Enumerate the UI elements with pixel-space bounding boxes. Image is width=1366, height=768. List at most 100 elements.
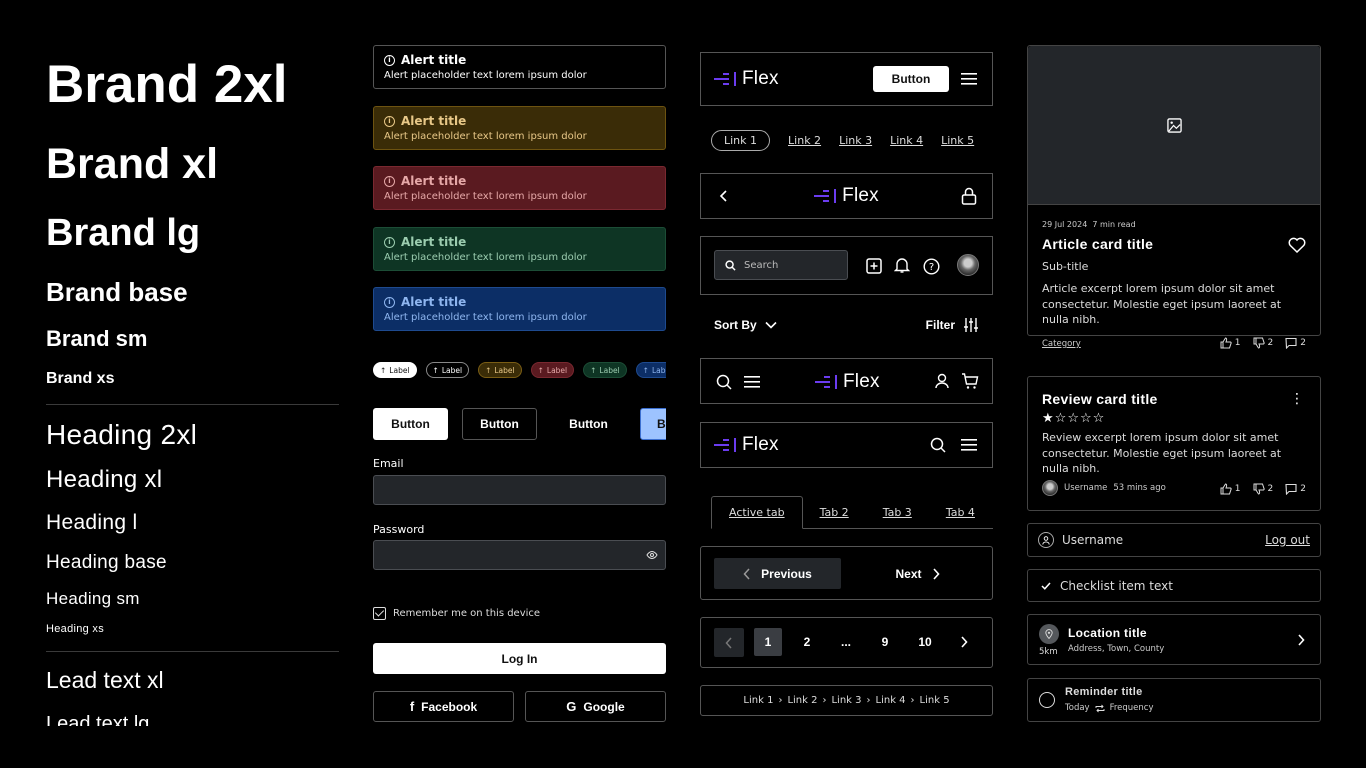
pill-link[interactable]: Link 3 xyxy=(839,134,872,147)
google-button[interactable]: G Google xyxy=(525,691,666,722)
dislike-button[interactable]: 2 xyxy=(1253,483,1273,495)
ghost-button[interactable]: Button xyxy=(551,408,626,440)
tab-4[interactable]: Tab 4 xyxy=(929,496,992,528)
star-empty-icon: ☆ xyxy=(1067,411,1080,426)
checkbox-checked-icon[interactable] xyxy=(373,607,386,620)
reminder-item[interactable]: Reminder title Today Frequency xyxy=(1027,678,1321,722)
article-title[interactable]: Article card title xyxy=(1042,236,1153,252)
menu-icon[interactable] xyxy=(959,69,979,89)
pill-link[interactable]: Link 2 xyxy=(788,134,821,147)
outline-button[interactable]: Button xyxy=(462,408,537,440)
page-10[interactable]: 10 xyxy=(911,628,939,656)
pill-link[interactable]: Link 5 xyxy=(941,134,974,147)
tag-error[interactable]: ↑ Label xyxy=(530,362,575,378)
remember-checkbox[interactable]: Remember me on this device xyxy=(373,607,540,620)
logo[interactable]: Flex xyxy=(814,185,879,207)
breadcrumb-link[interactable]: Link 3 xyxy=(831,695,861,706)
lock-icon[interactable] xyxy=(959,186,979,206)
category-link[interactable]: Category xyxy=(1042,339,1081,349)
dislike-button[interactable]: 2 xyxy=(1253,337,1273,349)
tag-info[interactable]: ↑Label xyxy=(635,362,666,378)
thumbs-up-icon xyxy=(1220,337,1232,349)
article-subtitle: Sub-title xyxy=(1042,260,1089,273)
avatar[interactable] xyxy=(957,254,979,276)
sort-by-dropdown[interactable]: Sort By xyxy=(714,318,777,332)
review-card[interactable]: Review card title ⋮ ★☆☆☆☆ Review excerpt… xyxy=(1027,376,1321,511)
alert-title: Alert title xyxy=(401,295,467,309)
chevron-left-icon xyxy=(743,567,750,580)
user-icon[interactable] xyxy=(932,371,952,391)
tab-3[interactable]: Tab 3 xyxy=(866,496,929,528)
login-button[interactable]: Log In xyxy=(373,643,666,674)
tag-warning[interactable]: ↑ Label xyxy=(478,362,522,378)
star-rating: ★☆☆☆☆ xyxy=(1042,411,1105,426)
header-shop: Flex xyxy=(700,358,993,404)
article-card[interactable]: 29 Jul 2024 7 min read Article card titl… xyxy=(1027,45,1321,349)
more-vertical-icon[interactable]: ⋮ xyxy=(1290,392,1304,406)
logo[interactable]: Flex xyxy=(815,371,880,393)
chevron-right-icon: › xyxy=(866,695,871,706)
menu-icon[interactable] xyxy=(742,372,762,392)
account-username: Username xyxy=(1062,533,1124,547)
back-chevron-icon[interactable] xyxy=(714,186,734,206)
add-square-icon[interactable] xyxy=(864,256,884,276)
cart-icon[interactable] xyxy=(960,371,980,391)
comment-button[interactable]: 2 xyxy=(1285,337,1306,349)
page-1-current[interactable]: 1 xyxy=(754,628,782,656)
heart-icon[interactable] xyxy=(1288,237,1306,257)
alert-title: Alert title xyxy=(401,174,467,188)
filter-button[interactable]: Filter xyxy=(926,317,979,333)
facebook-button[interactable]: f Facebook xyxy=(373,691,514,722)
page-9[interactable]: 9 xyxy=(871,628,899,656)
chevron-right-icon: › xyxy=(822,695,827,706)
search-icon[interactable] xyxy=(928,435,948,455)
star-empty-icon: ☆ xyxy=(1092,411,1106,426)
primary-button[interactable]: Button xyxy=(373,408,448,440)
logout-link[interactable]: Log out xyxy=(1265,533,1310,547)
avatar xyxy=(1042,480,1058,496)
tag-outline[interactable]: ↑ Label xyxy=(425,362,470,378)
chevron-right-icon: › xyxy=(910,695,915,706)
search-input[interactable]: Search xyxy=(714,250,848,280)
divider xyxy=(46,404,339,405)
logo[interactable]: Flex xyxy=(714,434,779,456)
pill-link-active[interactable]: Link 1 xyxy=(711,129,771,151)
arrow-up-icon: ↑ xyxy=(590,365,597,375)
pill-link[interactable]: Link 4 xyxy=(890,134,923,147)
breadcrumb-link[interactable]: Link 2 xyxy=(787,695,817,706)
like-button[interactable]: 1 xyxy=(1220,483,1241,495)
alert-text: Alert placeholder text lorem ipsum dolor xyxy=(384,131,587,142)
alert-title: Alert title xyxy=(401,53,467,67)
breadcrumb-link[interactable]: Link 1 xyxy=(743,695,773,706)
page-next-button[interactable] xyxy=(950,628,978,656)
next-button[interactable]: Next xyxy=(854,558,981,589)
radio-unchecked-icon[interactable] xyxy=(1039,692,1055,708)
menu-icon[interactable] xyxy=(959,435,979,455)
search-icon[interactable] xyxy=(714,372,734,392)
logo[interactable]: Flex xyxy=(714,68,779,90)
tag-solid[interactable]: ↑ Label xyxy=(373,362,417,378)
header-button[interactable]: Button xyxy=(873,66,949,92)
breadcrumb-link[interactable]: Link 4 xyxy=(876,695,906,706)
checklist-item[interactable]: Checklist item text xyxy=(1027,569,1321,602)
eye-icon[interactable] xyxy=(646,549,658,561)
review-username: Username xyxy=(1064,483,1108,493)
help-icon[interactable]: ? xyxy=(921,256,941,276)
tag-success[interactable]: ↑ Label xyxy=(583,362,627,378)
info-icon: i xyxy=(384,296,395,308)
password-input[interactable] xyxy=(373,540,666,570)
blue-button[interactable]: Button xyxy=(640,408,666,440)
sliders-icon xyxy=(964,318,978,332)
like-button[interactable]: 1 xyxy=(1220,337,1241,349)
tab-2[interactable]: Tab 2 xyxy=(803,496,866,528)
email-input[interactable] xyxy=(373,475,666,505)
bell-icon[interactable] xyxy=(892,255,912,275)
breadcrumb-link[interactable]: Link 5 xyxy=(920,695,950,706)
previous-button[interactable]: Previous xyxy=(714,558,841,589)
page-prev-button[interactable] xyxy=(714,628,744,657)
tab-active[interactable]: Active tab xyxy=(711,496,803,529)
remember-label: Remember me on this device xyxy=(393,608,541,619)
location-item[interactable]: 5km Location title Address, Town, County xyxy=(1027,614,1321,665)
comment-button[interactable]: 2 xyxy=(1285,483,1306,495)
page-2[interactable]: 2 xyxy=(793,628,821,656)
